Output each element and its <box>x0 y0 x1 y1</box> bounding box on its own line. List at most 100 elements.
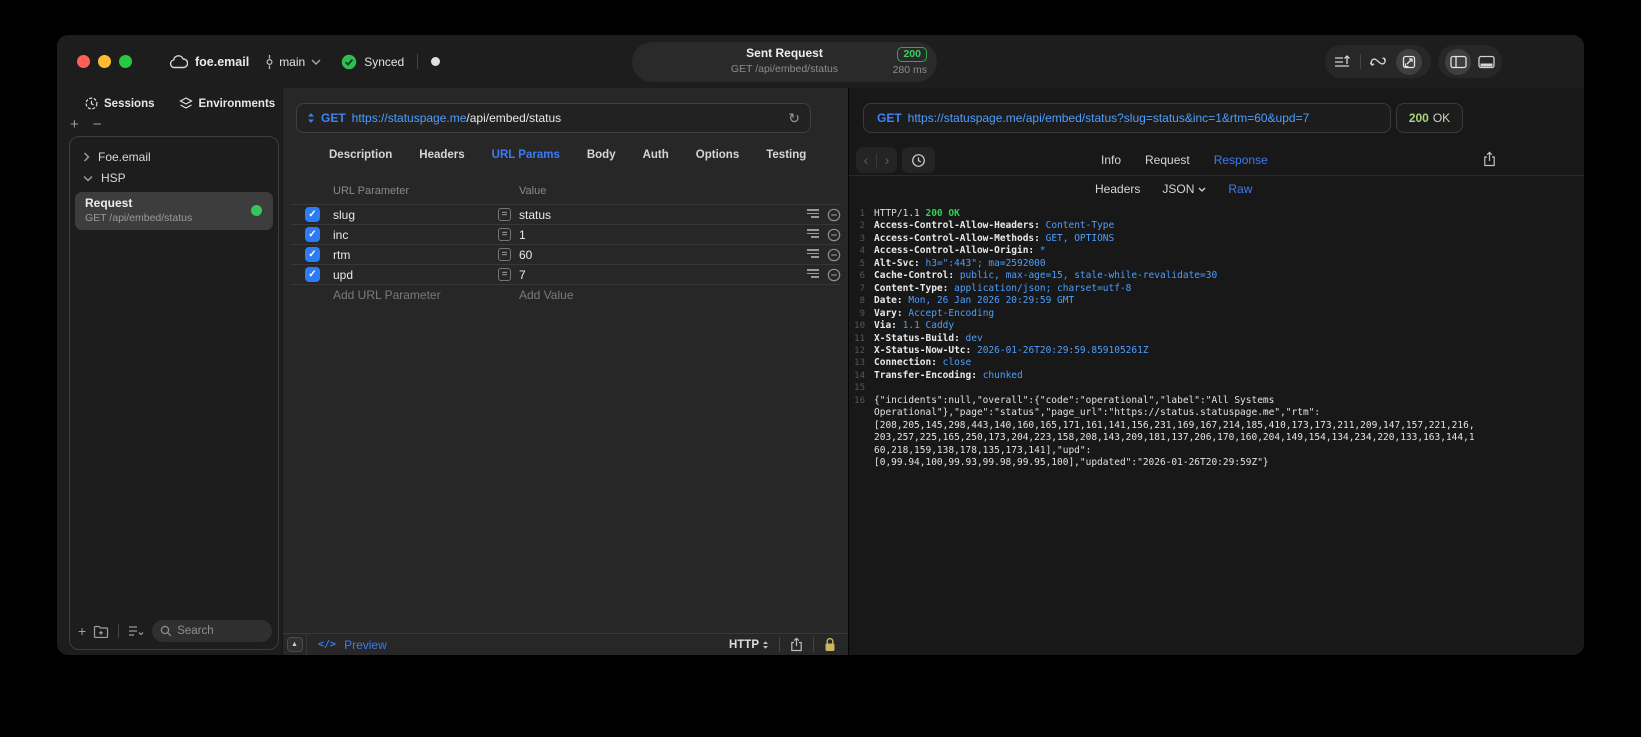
zoom-button[interactable] <box>119 55 132 68</box>
share-icon[interactable] <box>790 637 803 652</box>
response-raw-body[interactable]: 1 HTTP/1.1 200 OK 2 Access-Control-Allow-He… <box>849 208 1578 651</box>
refresh-icon[interactable]: ↻ <box>788 111 800 125</box>
expand-panel-button[interactable]: ▲ <box>286 637 303 652</box>
response-line: Operational"},"page":"status","page_url"… <box>849 407 1578 419</box>
close-button[interactable] <box>77 55 90 68</box>
line-number: 3 <box>859 233 865 244</box>
branch-name[interactable]: main <box>279 55 305 69</box>
subtab-json[interactable]: JSON <box>1162 182 1206 196</box>
back-button[interactable]: ‹ <box>864 152 869 168</box>
row-menu-icon[interactable] <box>807 209 819 220</box>
preview-label: Preview <box>344 637 387 652</box>
request-list-item-selected[interactable]: Request GET /api/embed/status <box>75 192 273 230</box>
project-name[interactable]: foe.email <box>195 55 249 69</box>
method-label[interactable]: GET <box>321 111 346 125</box>
url-host[interactable]: https://statuspage.me <box>352 111 467 125</box>
tab-headers[interactable]: Headers <box>419 149 464 161</box>
tab-body[interactable]: Body <box>587 149 616 161</box>
response-url-bar[interactable]: GET https://statuspage.me/api/embed/stat… <box>863 103 1391 133</box>
url-path[interactable]: /api/embed/status <box>466 111 561 125</box>
param-row[interactable]: ✓ slug = status <box>291 204 841 224</box>
request-tabs: Description Headers URL Params Body Auth… <box>283 149 848 161</box>
chevron-right-icon[interactable] <box>83 152 90 162</box>
titlebar: foe.email main Synced Sent Request GET /… <box>57 35 1584 88</box>
param-checkbox[interactable]: ✓ <box>305 207 320 222</box>
subtab-raw[interactable]: Raw <box>1228 182 1252 196</box>
remove-row-icon[interactable] <box>827 208 841 222</box>
param-checkbox[interactable]: ✓ <box>305 267 320 282</box>
tab-info[interactable]: Info <box>1101 153 1121 167</box>
divider <box>118 624 120 638</box>
tab-description[interactable]: Description <box>329 149 392 161</box>
preview-button[interactable]: </> Preview <box>307 638 387 652</box>
tab-options[interactable]: Options <box>696 149 739 161</box>
chevron-down-icon[interactable] <box>83 175 93 182</box>
minimize-button[interactable] <box>98 55 111 68</box>
param-name[interactable]: rtm <box>333 245 350 265</box>
remove-session-button[interactable]: − <box>93 117 102 132</box>
search-box[interactable] <box>152 620 272 642</box>
param-value[interactable]: 7 <box>519 265 526 285</box>
params-header: URL Parameter Value <box>291 185 840 203</box>
tab-response[interactable]: Response <box>1214 153 1268 167</box>
row-menu-icon[interactable] <box>807 229 819 240</box>
line-number: 1 <box>859 209 865 219</box>
export-response-icon[interactable] <box>1483 151 1496 167</box>
lock-icon[interactable] <box>824 637 836 652</box>
param-value[interactable]: 60 <box>519 245 532 265</box>
bottom-panel-toggle[interactable] <box>1478 55 1495 69</box>
param-checkbox[interactable]: ✓ <box>305 247 320 262</box>
protocol-select[interactable]: HTTP <box>729 639 769 651</box>
add-param-row[interactable]: Add URL Parameter Add Value <box>291 284 841 305</box>
tab-testing[interactable]: Testing <box>766 149 806 161</box>
row-menu-icon[interactable] <box>807 269 819 280</box>
sort-list-icon[interactable] <box>128 625 145 637</box>
subtab-headers[interactable]: Headers <box>1095 182 1140 196</box>
remove-row-icon[interactable] <box>827 248 841 262</box>
import-export-button[interactable] <box>1396 48 1423 75</box>
param-name[interactable]: inc <box>333 225 348 245</box>
response-url: https://statuspage.me/api/embed/status?s… <box>907 111 1310 125</box>
param-row[interactable]: ✓ inc = 1 <box>291 224 841 244</box>
request-url-bar[interactable]: GET https://statuspage.me /api/embed/sta… <box>296 103 811 133</box>
tab-request[interactable]: Request <box>1145 153 1190 167</box>
add-session-button[interactable]: + <box>70 117 79 132</box>
remove-row-icon[interactable] <box>827 268 841 282</box>
line-number: 9 <box>859 308 865 319</box>
search-input[interactable] <box>177 625 264 637</box>
param-value[interactable]: 1 <box>519 225 526 245</box>
line-number <box>849 432 865 444</box>
response-line: 14 Transfer-Encoding: chunked <box>849 370 1578 382</box>
param-row[interactable]: ✓ upd = 7 <box>291 264 841 284</box>
remove-row-icon[interactable] <box>827 228 841 242</box>
tab-environments-label: Environments <box>198 97 276 110</box>
add-param-placeholder[interactable]: Add URL Parameter <box>333 285 441 306</box>
left-panel-toggle[interactable] <box>1445 48 1471 75</box>
tab-auth[interactable]: Auth <box>643 149 669 161</box>
forward-button[interactable]: › <box>885 152 890 168</box>
history-button[interactable] <box>902 147 935 173</box>
import-list-icon[interactable] <box>1334 54 1351 69</box>
row-menu-icon[interactable] <box>807 249 819 260</box>
branch-icon <box>265 54 274 70</box>
tab-url-params[interactable]: URL Params <box>492 149 560 161</box>
chevron-down-icon[interactable] <box>311 59 321 65</box>
line-number: 2 <box>859 221 865 232</box>
method-select-arrows-icon[interactable] <box>307 112 315 124</box>
sent-request-pill[interactable]: Sent Request GET /api/embed/status 200 2… <box>632 42 937 82</box>
tab-environments[interactable]: Environments <box>178 97 276 110</box>
params-rows: ✓ slug = status ✓ inc = 1 ✓ rtm = 60 ✓ upd = 7 Add URL P… <box>291 204 841 305</box>
add-request-button[interactable]: + <box>78 623 86 639</box>
tree-item-hsp[interactable]: HSP <box>83 171 126 185</box>
search-icon <box>160 625 172 637</box>
param-value[interactable]: status <box>519 205 551 225</box>
tab-sessions[interactable]: Sessions <box>85 97 155 110</box>
param-name[interactable]: slug <box>333 205 355 225</box>
param-name[interactable]: upd <box>333 265 353 285</box>
add-value-placeholder[interactable]: Add Value <box>519 285 574 306</box>
tree-item-foe-email[interactable]: Foe.email <box>83 150 151 164</box>
param-checkbox[interactable]: ✓ <box>305 227 320 242</box>
sync-branches-icon[interactable] <box>1369 54 1387 69</box>
param-row[interactable]: ✓ rtm = 60 <box>291 244 841 264</box>
new-folder-icon[interactable] <box>93 625 109 638</box>
